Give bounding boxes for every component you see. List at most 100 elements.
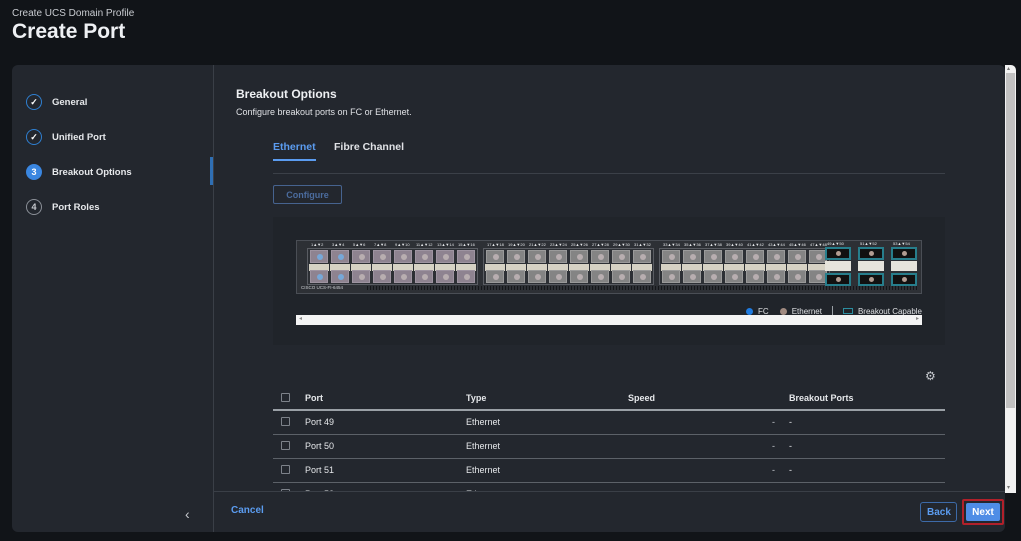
port-31[interactable] — [633, 250, 651, 263]
port-45[interactable] — [788, 250, 806, 263]
port-13[interactable] — [436, 250, 454, 263]
qsfp-breakout-port[interactable]: 51▲▼52 — [858, 241, 884, 286]
scroll-up-icon[interactable]: ▴ — [1007, 65, 1010, 72]
table-row[interactable]: Port 49 Ethernet - - — [273, 411, 945, 435]
step-label: Port Roles — [52, 201, 100, 213]
cell-type: Ethernet — [466, 465, 501, 475]
table-row[interactable]: Port 51 Ethernet - - — [273, 459, 945, 483]
port-28[interactable] — [591, 270, 609, 283]
port-pair — [590, 250, 610, 283]
next-button[interactable]: Next — [966, 503, 1000, 521]
port-46[interactable] — [788, 270, 806, 283]
port-pair — [766, 250, 786, 283]
configure-button[interactable]: Configure — [273, 185, 342, 204]
switch-front-panel: CISCO UCS-FI-6454 1▲▼2 3▲▼4 5▲▼6 7▲▼8 9▲▼10 1… — [296, 240, 922, 294]
port-9[interactable] — [394, 250, 412, 263]
column-header-port[interactable]: Port — [305, 393, 323, 403]
port-40[interactable] — [725, 270, 743, 283]
tab-ethernet[interactable]: Ethernet — [273, 141, 316, 161]
column-header-breakout-ports[interactable]: Breakout Ports — [789, 393, 854, 403]
port-17[interactable] — [486, 250, 504, 263]
back-button[interactable]: Back — [920, 502, 957, 522]
column-header-speed[interactable]: Speed — [628, 393, 655, 403]
step-general[interactable]: ✓ General — [26, 92, 87, 112]
table-settings-gear-icon[interactable]: ⚙ — [925, 369, 936, 383]
port-4[interactable] — [331, 270, 349, 283]
port-18[interactable] — [486, 270, 504, 283]
section-title: Breakout Options — [236, 87, 337, 101]
port-27[interactable] — [591, 250, 609, 263]
collapse-sidebar-icon[interactable]: ‹ — [185, 506, 190, 522]
port-15[interactable] — [457, 250, 475, 263]
port-5[interactable] — [352, 250, 370, 263]
step-unified-port[interactable]: ✓ Unified Port — [26, 127, 106, 147]
port-20[interactable] — [507, 270, 525, 283]
port-34[interactable] — [662, 270, 680, 283]
step-number-icon: 3 — [26, 164, 42, 180]
port-23[interactable] — [549, 250, 567, 263]
step-breakout-options[interactable]: 3 Breakout Options — [26, 162, 132, 182]
port-26[interactable] — [570, 270, 588, 283]
qsfp-breakout-port[interactable]: 53▲▼54 — [891, 241, 917, 286]
port-33[interactable] — [662, 250, 680, 263]
port-25[interactable] — [570, 250, 588, 263]
port-30[interactable] — [612, 270, 630, 283]
port-21[interactable] — [528, 250, 546, 263]
qsfp-port-bottom[interactable] — [858, 273, 884, 286]
port-2[interactable] — [310, 270, 328, 283]
port-22[interactable] — [528, 270, 546, 283]
port-pair — [548, 250, 568, 283]
port-38[interactable] — [704, 270, 722, 283]
port-35[interactable] — [683, 250, 701, 263]
switch-horizontal-scrollbar[interactable]: ◂ ▸ — [296, 315, 922, 325]
port-43[interactable] — [767, 250, 785, 263]
port-12[interactable] — [415, 270, 433, 283]
port-41[interactable] — [746, 250, 764, 263]
qsfp-label: 51▲▼52 — [860, 241, 877, 246]
port-10[interactable] — [394, 270, 412, 283]
scroll-down-icon[interactable]: ▾ — [1007, 484, 1010, 491]
port-3[interactable] — [331, 250, 349, 263]
qsfp-port-top[interactable] — [891, 247, 917, 260]
vertical-scrollbar[interactable]: ▴ ▾ — [1005, 65, 1016, 493]
column-header-type[interactable]: Type — [466, 393, 486, 403]
step-port-roles[interactable]: 4 Port Roles — [26, 197, 100, 217]
qsfp-port-bottom[interactable] — [891, 273, 917, 286]
scrollbar-thumb[interactable] — [1006, 73, 1015, 408]
port-19[interactable] — [507, 250, 525, 263]
port-8[interactable] — [373, 270, 391, 283]
port-24[interactable] — [549, 270, 567, 283]
port-16[interactable] — [457, 270, 475, 283]
port-42[interactable] — [746, 270, 764, 283]
row-checkbox[interactable] — [281, 417, 290, 426]
port-11[interactable] — [415, 250, 433, 263]
tab-fibre-channel[interactable]: Fibre Channel — [334, 141, 404, 159]
port-7[interactable] — [373, 250, 391, 263]
port-14[interactable] — [436, 270, 454, 283]
port-pair — [372, 250, 392, 283]
table-row[interactable]: Port 52 Ethernet — [273, 483, 945, 491]
port-29[interactable] — [612, 250, 630, 263]
cancel-button[interactable]: Cancel — [231, 505, 264, 516]
port-39[interactable] — [725, 250, 743, 263]
qsfp-port-top[interactable] — [858, 247, 884, 260]
qsfp-latch — [891, 261, 917, 271]
qsfp-port-top[interactable] — [825, 247, 851, 260]
scroll-left-icon[interactable]: ◂ — [299, 315, 302, 322]
row-checkbox[interactable] — [281, 465, 290, 474]
port-32[interactable] — [633, 270, 651, 283]
port-36[interactable] — [683, 270, 701, 283]
port-pair-label: 11▲▼12 — [416, 242, 433, 247]
qsfp-port-bottom[interactable] — [825, 273, 851, 286]
port-44[interactable] — [767, 270, 785, 283]
qsfp-breakout-port[interactable]: 49▲▼50 — [825, 241, 851, 286]
port-pair — [661, 250, 681, 283]
row-checkbox[interactable] — [281, 441, 290, 450]
port-1[interactable] — [310, 250, 328, 263]
scroll-right-icon[interactable]: ▸ — [916, 315, 919, 322]
port-pair-label: 19▲▼20 — [508, 242, 525, 247]
port-6[interactable] — [352, 270, 370, 283]
port-37[interactable] — [704, 250, 722, 263]
table-row[interactable]: Port 50 Ethernet - - — [273, 435, 945, 459]
select-all-checkbox[interactable] — [281, 393, 290, 402]
